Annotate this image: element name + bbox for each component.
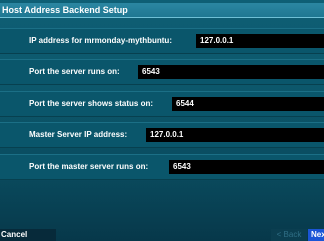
- screen: Host Address Backend Setup IP address fo…: [0, 0, 324, 241]
- status-port-label: Port the server shows status on:: [29, 99, 154, 108]
- master-ip-label: Master Server IP address:: [29, 130, 128, 139]
- setup-dialog: Host Address Backend Setup IP address fo…: [0, 0, 324, 241]
- master-port-label: Port the master server runs on:: [29, 162, 149, 171]
- status-port-input[interactable]: 6544: [172, 97, 324, 111]
- host-ip-label: IP address for mrmonday-mythbuntu:: [29, 36, 172, 45]
- field-row-host-ip: IP address for mrmonday-mythbuntu: 127.0…: [0, 28, 324, 54]
- server-port-input[interactable]: 6543: [138, 65, 324, 79]
- host-ip-input[interactable]: 127.0.0.1: [196, 34, 324, 48]
- cancel-button[interactable]: Cancel: [0, 229, 56, 241]
- back-button[interactable]: < Back: [271, 229, 307, 241]
- dialog-title: Host Address Backend Setup: [2, 5, 128, 15]
- field-row-master-port: Port the master server runs on: 6543: [0, 154, 324, 180]
- field-row-server-port: Port the server runs on: 6543: [0, 59, 324, 85]
- title-bar: Host Address Backend Setup: [0, 3, 324, 18]
- master-ip-input[interactable]: 127.0.0.1: [146, 128, 324, 142]
- button-bar: Cancel < Back Next: [0, 229, 324, 241]
- field-row-master-ip: Master Server IP address: 127.0.0.1: [0, 122, 324, 148]
- field-row-status-port: Port the server shows status on: 6544: [0, 91, 324, 117]
- next-button[interactable]: Next: [308, 229, 324, 241]
- server-port-label: Port the server runs on:: [29, 67, 120, 76]
- master-port-input[interactable]: 6543: [169, 160, 324, 174]
